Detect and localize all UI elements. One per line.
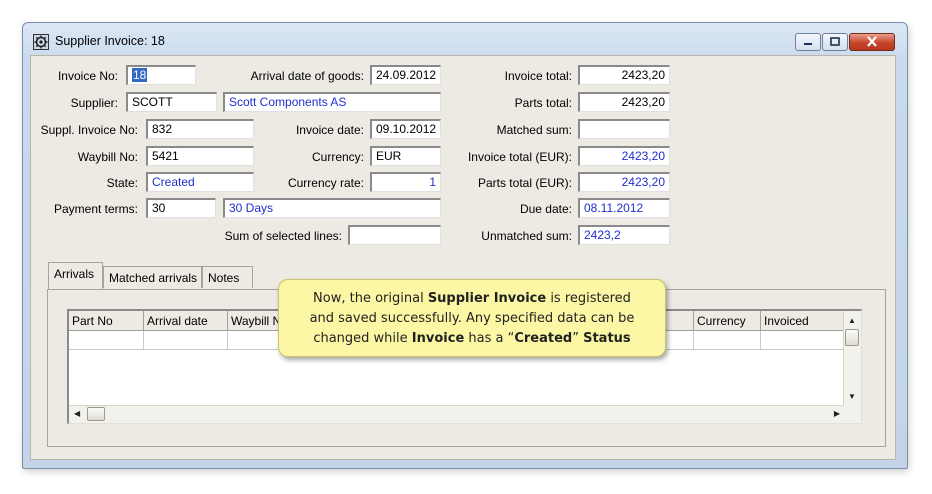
invoice-total-label: Invoice total: [504,69,572,83]
invoice-no-label: Invoice No: [57,69,118,83]
parts-total-label: Parts total: [514,96,572,110]
col-invoiced[interactable]: Invoiced [761,311,845,331]
matched-sum-field[interactable] [578,119,670,139]
parts-total-eur-label: Parts total (EUR): [477,176,572,190]
col-part-no[interactable]: Part No [69,311,144,331]
due-date-label: Due date: [519,202,572,216]
tutorial-callout: Now, the original Supplier Invoice is re… [278,279,666,357]
supplier-name-field[interactable]: Scott Components AS [223,92,441,112]
state-field[interactable]: Created [146,172,254,192]
unmatched-sum-label: Unmatched sum: [481,229,572,243]
grid-cell[interactable] [69,331,144,350]
col-currency[interactable]: Currency [694,311,761,331]
currency-field[interactable]: EUR [370,146,441,166]
payment-terms-code-field[interactable]: 30 [146,198,216,218]
waybill-no-field[interactable]: 5421 [146,146,254,166]
invoice-total-eur-field[interactable]: 2423,20 [578,146,670,166]
invoice-total-field[interactable]: 2423,20 [578,65,670,85]
grid-cell[interactable] [144,331,228,350]
currency-rate-field[interactable]: 1 [370,172,441,192]
vertical-scrollbar[interactable]: ▲ ▼ [843,311,861,423]
tab-matched-arrivals[interactable]: Matched arrivals [103,266,202,288]
supplier-label: Supplier: [70,96,118,110]
scroll-left-icon[interactable]: ◀ [74,409,80,418]
grid-cell[interactable] [694,331,761,350]
sum-selected-label: Sum of selected lines: [224,229,342,243]
col-arrival-date[interactable]: Arrival date [144,311,228,331]
invoice-total-eur-label: Invoice total (EUR): [467,150,572,164]
scroll-up-icon[interactable]: ▲ [848,316,856,325]
horizontal-scroll-thumb[interactable] [87,407,105,421]
scroll-right-icon[interactable]: ▶ [834,409,840,418]
state-label: State: [106,176,138,190]
invoice-date-field[interactable]: 09.10.2012 [370,119,441,139]
payment-terms-label: Payment terms: [53,202,138,216]
sum-selected-field[interactable] [348,225,441,245]
supplier-code-field[interactable]: SCOTT [126,92,217,112]
arrival-date-field[interactable]: 24.09.2012 [370,65,441,85]
due-date-field[interactable]: 08.11.2012 [578,198,670,218]
grid-cell[interactable] [761,331,845,350]
currency-label: Currency: [311,150,364,164]
suppl-invoice-no-field[interactable]: 832 [146,119,254,139]
parts-total-eur-field[interactable]: 2423,20 [578,172,670,192]
payment-terms-desc-field[interactable]: 30 Days [223,198,441,218]
vertical-scroll-thumb[interactable] [845,329,859,346]
tab-notes[interactable]: Notes [202,266,253,288]
parts-total-field[interactable]: 2423,20 [578,92,670,112]
invoice-date-label: Invoice date: [295,123,364,137]
scroll-down-icon[interactable]: ▼ [848,392,856,401]
invoice-no-field[interactable]: 18 [126,65,196,85]
waybill-no-label: Waybill No: [77,150,138,164]
tab-arrivals[interactable]: Arrivals [48,262,103,289]
suppl-invoice-no-label: Suppl. Invoice No: [40,123,138,137]
unmatched-sum-field[interactable]: 2423,2 [578,225,670,245]
horizontal-scrollbar[interactable]: ◀ ▶ [69,405,844,423]
currency-rate-label: Currency rate: [287,176,364,190]
arrival-date-label: Arrival date of goods: [250,69,364,83]
matched-sum-label: Matched sum: [496,123,572,137]
